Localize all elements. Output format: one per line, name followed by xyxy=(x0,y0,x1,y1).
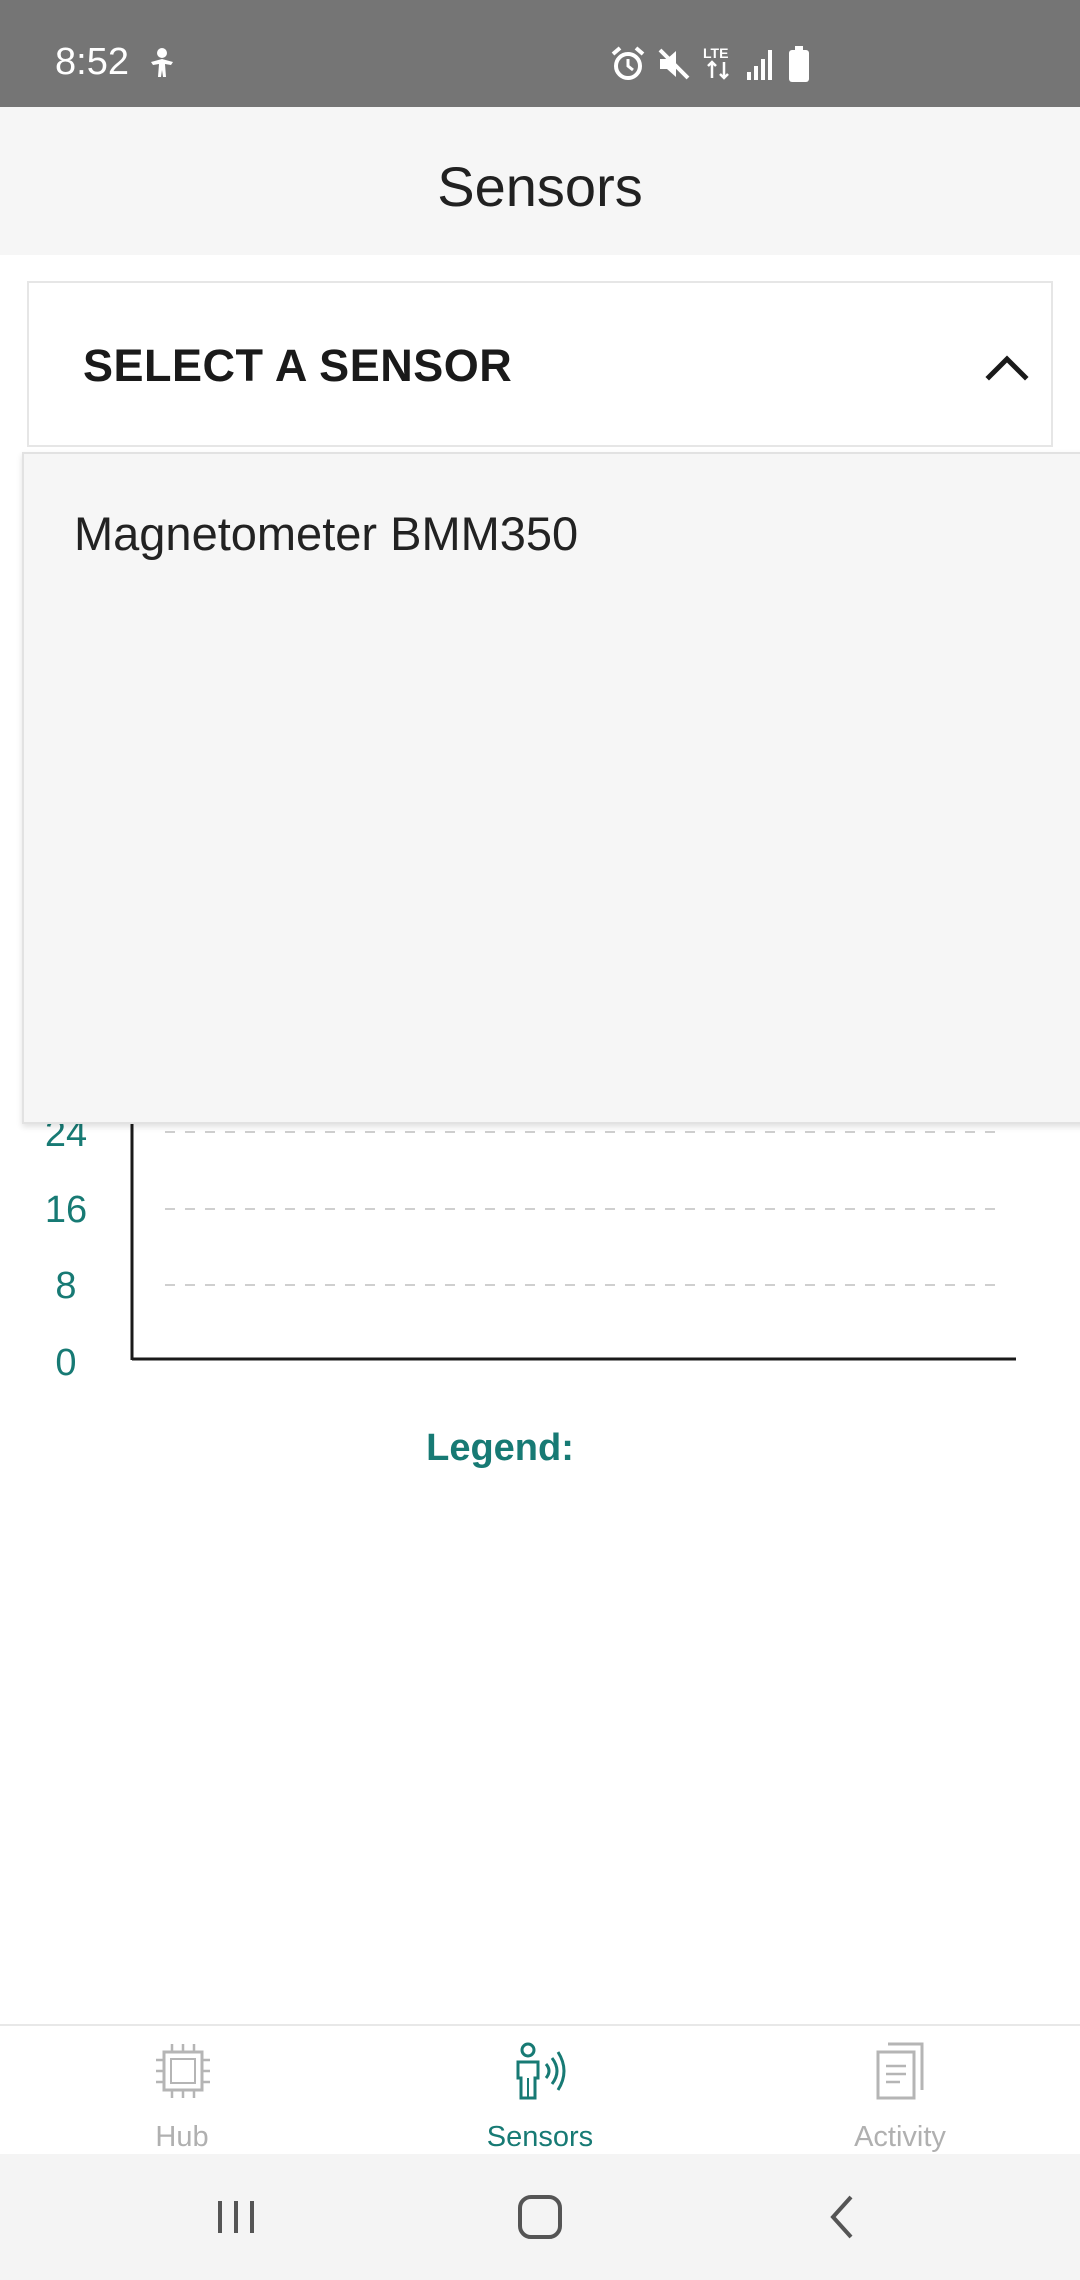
y-tick-label: 0 xyxy=(55,1342,77,1384)
app-header: Sensors xyxy=(0,107,1080,255)
bottom-nav: Hub Sensors Activity xyxy=(0,2024,1080,2154)
status-bar: 8:52 LTE xyxy=(0,0,1080,107)
person-sensor-icon xyxy=(516,2042,566,2100)
mute-icon xyxy=(658,48,690,80)
y-tick-label: 16 xyxy=(44,1189,88,1231)
back-icon[interactable] xyxy=(815,2189,871,2245)
page-title: Sensors xyxy=(437,155,643,218)
nav-label-activity: Activity xyxy=(854,2121,946,2153)
sensor-option-magnetometer[interactable]: Magnetometer BMM350 xyxy=(74,506,578,562)
signal-icon xyxy=(747,50,772,80)
system-nav-bar xyxy=(0,2154,1080,2280)
app-screen: 8:52 LTE Sensors SELECT A SENSOR Magneto… xyxy=(0,0,1080,2280)
sensor-chart xyxy=(0,1080,1080,1420)
nav-label-sensors: Sensors xyxy=(486,2121,594,2153)
sensor-dropdown-panel: Magnetometer BMM350 xyxy=(22,452,1080,1124)
chart-canvas xyxy=(130,1120,1016,1361)
nav-label-hub: Hub xyxy=(155,2121,209,2153)
nav-item-activity[interactable]: Activity xyxy=(770,2026,1030,2154)
nav-item-sensors[interactable]: Sensors xyxy=(410,2026,670,2154)
status-time: 8:52 xyxy=(55,41,129,83)
home-icon[interactable] xyxy=(512,2189,568,2245)
alarm-icon xyxy=(611,46,645,80)
svg-text:LTE: LTE xyxy=(703,45,728,61)
battery-icon xyxy=(789,46,809,82)
sensor-select[interactable]: SELECT A SENSOR xyxy=(27,281,1053,447)
chevron-up-icon[interactable] xyxy=(983,343,1031,391)
y-tick-label: 8 xyxy=(55,1265,77,1307)
lte-icon: LTE xyxy=(703,45,729,80)
sensor-select-label: SELECT A SENSOR xyxy=(83,340,513,391)
nav-item-hub[interactable]: Hub xyxy=(52,2026,312,2154)
chip-icon xyxy=(156,2044,210,2098)
accessibility-icon xyxy=(151,48,173,77)
legend-title: Legend: xyxy=(426,1427,574,1469)
documents-icon xyxy=(876,2042,924,2100)
recents-icon[interactable] xyxy=(208,2189,264,2245)
